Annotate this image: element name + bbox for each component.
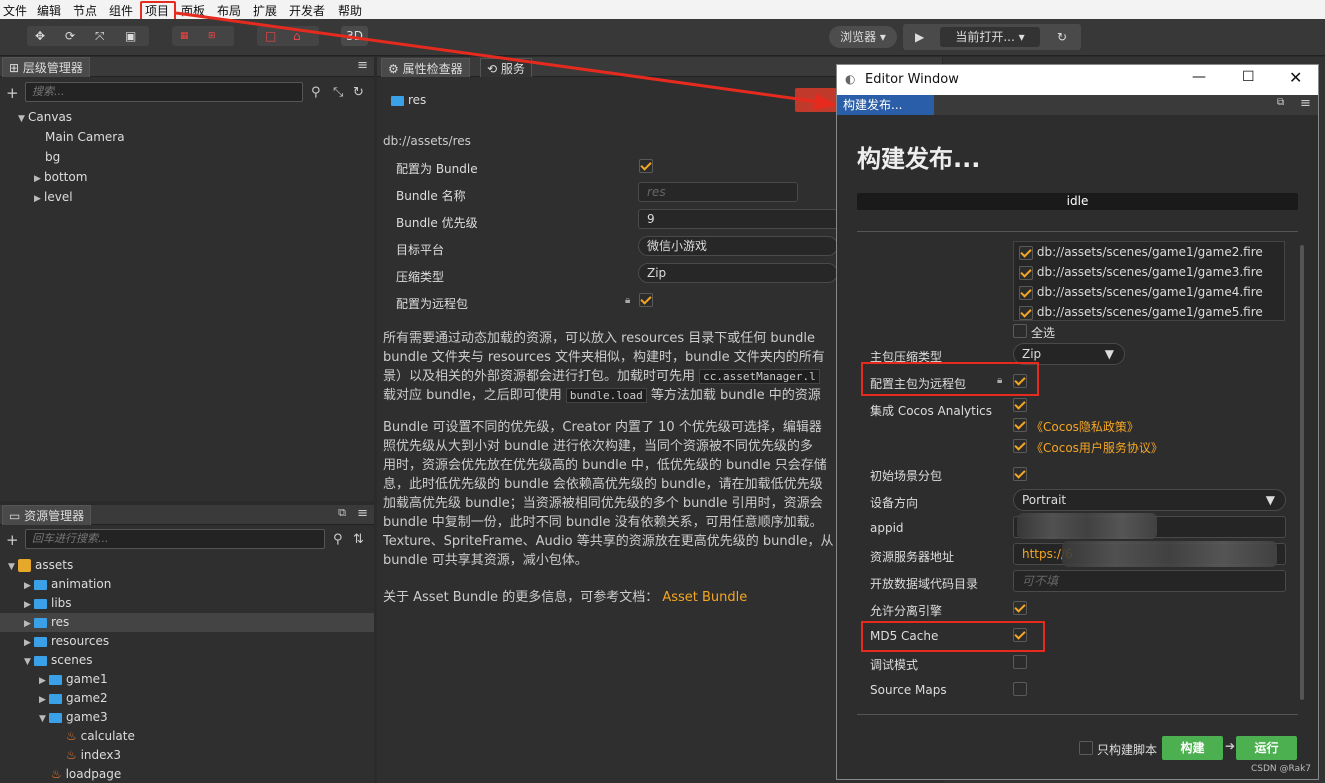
panel-menu-icon[interactable]: ≡ — [1300, 96, 1311, 111]
scrollbar[interactable] — [1300, 245, 1304, 700]
agreement-link[interactable]: 《Cocos用户服务协议》 — [1031, 439, 1163, 456]
main-remote-highlight — [861, 362, 1039, 396]
appid-label: appid — [870, 521, 904, 535]
scene-path: db://assets/scenes/game1/game4.fire — [1036, 285, 1263, 299]
debug-label: 调试模式 — [870, 658, 919, 672]
scene-checkbox[interactable] — [1019, 305, 1033, 320]
build-button[interactable]: 构建 — [1162, 736, 1223, 760]
blurred-redaction — [1062, 541, 1277, 567]
dropdown-arrow-icon: ▼ — [1265, 493, 1275, 507]
build-script-only-checkbox[interactable] — [1079, 741, 1093, 755]
orientation-value: Portrait — [1022, 493, 1067, 507]
sourcemaps-checkbox[interactable] — [1013, 682, 1027, 696]
select-all-checkbox[interactable] — [1013, 324, 1027, 338]
agreement-checkbox[interactable] — [1013, 439, 1027, 453]
separate-engine-checkbox[interactable] — [1013, 601, 1027, 615]
scene-list: db://assets/scenes/game1/game2.fire db:/… — [1013, 241, 1285, 321]
main-compress-value: Zip — [1022, 347, 1042, 361]
scene-item[interactable]: db://assets/scenes/game1/game4.fire — [1019, 285, 1263, 300]
separate-engine-label: 允许分离引擎 — [870, 604, 943, 618]
build-heading: 构建发布... — [857, 145, 981, 173]
build-script-only-label: 只构建脚本 — [1097, 743, 1158, 757]
privacy-checkbox[interactable] — [1013, 418, 1027, 432]
privacy-link[interactable]: 《Cocos隐私政策》 — [1031, 418, 1139, 435]
scene-item[interactable]: db://assets/scenes/game1/game5.fire — [1019, 305, 1263, 320]
opendata-label: 开放数据域代码目录 — [870, 577, 979, 591]
blurred-redaction — [1017, 513, 1157, 539]
editor-window: ◐ Editor Window — ☐ ✕ 构建发布... ⧉ ≡ 构建发布..… — [836, 64, 1319, 780]
dropdown-arrow-icon: ▼ — [1104, 347, 1114, 361]
md5-highlight — [861, 621, 1045, 652]
scene-path: db://assets/scenes/game1/game2.fire — [1036, 245, 1263, 259]
scene-path: db://assets/scenes/game1/game3.fire — [1036, 265, 1263, 279]
app-icon: ◐ — [845, 72, 856, 86]
scene-checkbox[interactable] — [1019, 245, 1033, 260]
scene-item[interactable]: db://assets/scenes/game1/game2.fire — [1019, 245, 1263, 260]
analytics-checkbox[interactable] — [1013, 398, 1027, 412]
arrow-right-icon: ➔ — [1225, 739, 1236, 753]
maximize-icon[interactable]: ☐ — [1242, 69, 1255, 85]
opendata-input[interactable]: 可不填 — [1013, 570, 1286, 592]
server-label: 资源服务器地址 — [870, 550, 955, 564]
minimize-icon[interactable]: — — [1192, 69, 1206, 85]
divider — [857, 714, 1298, 715]
orientation-label: 设备方向 — [870, 496, 919, 510]
run-button[interactable]: 运行 — [1236, 736, 1297, 760]
subpackage-checkbox[interactable] — [1013, 467, 1027, 481]
watermark: CSDN @Rak7 — [1251, 764, 1312, 774]
popout-icon[interactable]: ⧉ — [1277, 97, 1284, 108]
debug-checkbox[interactable] — [1013, 655, 1027, 669]
select-all-label: 全选 — [1031, 326, 1056, 340]
build-status-bar: idle — [857, 193, 1298, 210]
build-tab[interactable]: 构建发布... — [837, 95, 934, 115]
analytics-label: 集成 Cocos Analytics — [870, 404, 993, 418]
close-icon[interactable]: ✕ — [1289, 68, 1302, 87]
scene-checkbox[interactable] — [1019, 265, 1033, 280]
divider — [857, 231, 1298, 232]
editor-window-titlebar: ◐ Editor Window — ☐ ✕ — [837, 65, 1318, 95]
scene-checkbox[interactable] — [1019, 285, 1033, 300]
editor-window-tabbar: 构建发布... ⧉ ≡ — [837, 95, 1318, 115]
subpackage-label: 初始场景分包 — [870, 469, 943, 483]
sourcemaps-label: Source Maps — [870, 683, 947, 697]
scene-path: db://assets/scenes/game1/game5.fire — [1036, 305, 1263, 319]
window-title: Editor Window — [865, 72, 959, 87]
scene-item[interactable]: db://assets/scenes/game1/game3.fire — [1019, 265, 1263, 280]
orientation-select[interactable]: Portrait ▼ — [1013, 489, 1286, 511]
